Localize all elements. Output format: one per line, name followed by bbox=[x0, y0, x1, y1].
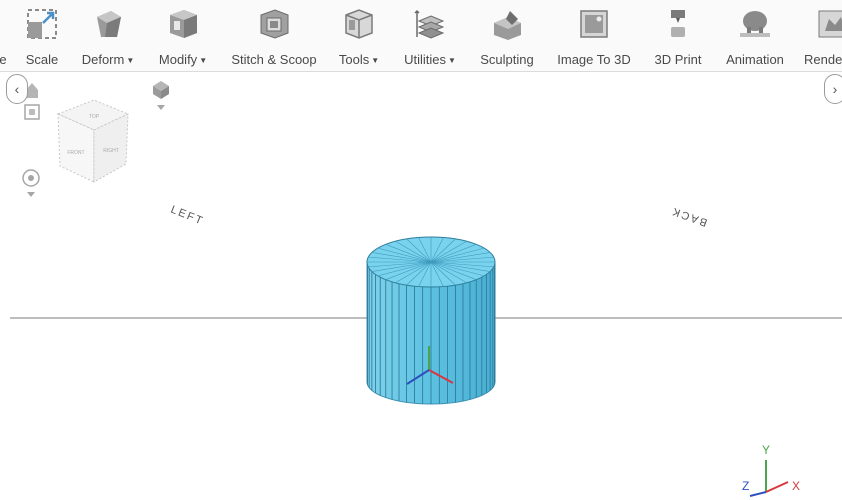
chevron-down-icon: ▼ bbox=[126, 56, 135, 66]
toolbar-label: Sculpting bbox=[480, 52, 534, 67]
utilities-icon bbox=[412, 4, 448, 44]
toolbar-item-tools[interactable]: Tools ▼ bbox=[335, 0, 383, 71]
modify-icon bbox=[165, 4, 201, 44]
image-to-3d-icon bbox=[576, 4, 612, 44]
view-cube-top[interactable]: TOP bbox=[89, 114, 100, 120]
toolbar-item-3d-print[interactable]: 3D Print bbox=[650, 0, 706, 71]
chevron-right-icon: › bbox=[832, 81, 838, 97]
chevron-down-icon: ▼ bbox=[199, 56, 208, 66]
scene-svg[interactable]: LEFT BACK Y X Z TOP FRONT RIGHT bbox=[10, 72, 842, 500]
axis-z-label: Z bbox=[742, 479, 749, 493]
view-cube-right[interactable]: RIGHT bbox=[103, 148, 119, 154]
3d-print-icon bbox=[660, 4, 696, 44]
collapse-left-button[interactable]: ‹ bbox=[6, 74, 28, 104]
toolbar-label: Modify bbox=[158, 52, 198, 67]
sculpting-icon bbox=[489, 4, 525, 44]
cylinder-object[interactable] bbox=[366, 236, 496, 405]
main-toolbar: e Scale Deform ▼ Modify ▼ Stitch & Scoop… bbox=[0, 0, 842, 72]
fit-view-icon[interactable] bbox=[24, 104, 40, 120]
view-mode-icon[interactable] bbox=[153, 81, 169, 110]
scale-icon bbox=[24, 4, 60, 44]
toolbar-label: Scale bbox=[25, 52, 59, 67]
toolbar-item-deform[interactable]: Deform ▼ bbox=[77, 0, 139, 71]
toolbar-item-modify[interactable]: Modify ▼ bbox=[154, 0, 212, 71]
toolbar-item-utilities[interactable]: Utilities ▼ bbox=[399, 0, 461, 71]
render-icon bbox=[816, 4, 842, 44]
toolbar-label: Animation bbox=[726, 52, 784, 67]
toolbar-label: e bbox=[0, 52, 7, 67]
chevron-left-icon: ‹ bbox=[14, 81, 20, 97]
axis-y-label: Y bbox=[762, 443, 770, 457]
toolbar-label: Stitch & Scoop bbox=[231, 52, 317, 67]
left-view-label: LEFT bbox=[169, 204, 206, 228]
partial-tool-icon bbox=[0, 4, 14, 44]
stitch-scoop-icon bbox=[256, 4, 292, 44]
axis-x-label: X bbox=[792, 479, 800, 493]
tools-icon bbox=[341, 4, 377, 44]
toolbar-label: Rende bbox=[804, 52, 842, 67]
toolbar-item-render[interactable]: Rende bbox=[804, 0, 842, 71]
toolbar-item-stitch-scoop[interactable]: Stitch & Scoop bbox=[226, 0, 322, 71]
toolbar-item-scale[interactable]: Scale bbox=[22, 0, 62, 71]
view-cube-front[interactable]: FRONT bbox=[67, 150, 84, 156]
axis-indicator: Y X Z bbox=[742, 443, 800, 497]
toolbar-label: Image To 3D bbox=[557, 52, 631, 67]
3d-viewport[interactable]: LEFT BACK Y X Z TOP FRONT RIGHT bbox=[10, 72, 842, 500]
toolbar-label: 3D Print bbox=[654, 52, 702, 67]
chevron-down-icon: ▼ bbox=[371, 56, 380, 66]
collapse-right-button[interactable]: › bbox=[824, 74, 842, 104]
toolbar-label: Deform bbox=[81, 52, 125, 67]
toolbar-label: Utilities bbox=[404, 52, 446, 67]
view-cube[interactable]: TOP FRONT RIGHT bbox=[56, 99, 130, 183]
toolbar-item-partial[interactable]: e bbox=[0, 0, 7, 71]
toolbar-item-image-to-3d[interactable]: Image To 3D bbox=[553, 0, 635, 71]
deform-icon bbox=[90, 4, 126, 44]
toolbar-label: Tools bbox=[338, 52, 370, 67]
back-view-label: BACK bbox=[669, 204, 709, 228]
orbit-icon[interactable] bbox=[22, 169, 40, 197]
animation-icon bbox=[737, 4, 773, 44]
toolbar-item-sculpting[interactable]: Sculpting bbox=[475, 0, 539, 71]
chevron-down-icon: ▼ bbox=[447, 56, 456, 66]
toolbar-item-animation[interactable]: Animation bbox=[721, 0, 789, 71]
